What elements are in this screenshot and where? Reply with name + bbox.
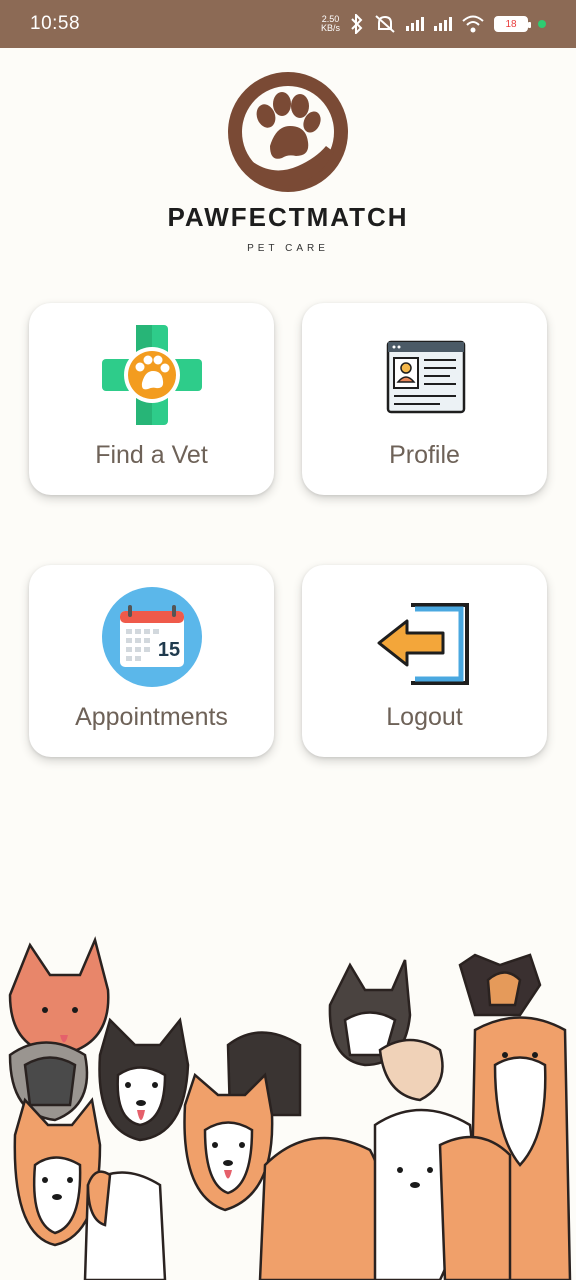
app-logo: PAWFECTMATCH PET CARE bbox=[0, 70, 576, 254]
battery-icon: 18 bbox=[494, 16, 531, 32]
profile-card-icon bbox=[373, 323, 477, 427]
privacy-dot bbox=[538, 20, 546, 28]
find-vet-card[interactable]: Find a Vet bbox=[29, 303, 274, 495]
signal-icon-2 bbox=[434, 17, 452, 31]
paw-logo-icon bbox=[228, 72, 348, 192]
signal-icon bbox=[406, 17, 424, 31]
wifi-icon bbox=[462, 15, 484, 33]
calendar-icon: 15 bbox=[100, 585, 204, 689]
status-bar: 10:58 2.50 KB/s 18 bbox=[0, 0, 576, 48]
network-speed: 2.50 KB/s bbox=[321, 15, 340, 33]
network-speed-unit: KB/s bbox=[320, 23, 340, 33]
appointments-label: Appointments bbox=[75, 703, 228, 731]
calendar-day: 15 bbox=[157, 639, 179, 661]
status-icons: 2.50 KB/s 18 bbox=[321, 14, 546, 34]
logout-card[interactable]: Logout bbox=[302, 565, 547, 757]
logo-subtitle: PET CARE bbox=[247, 243, 329, 254]
bluetooth-icon bbox=[351, 14, 363, 34]
find-vet-label: Find a Vet bbox=[95, 441, 208, 469]
logout-label: Logout bbox=[386, 703, 463, 731]
vet-cross-icon bbox=[100, 323, 204, 427]
logout-icon bbox=[373, 585, 477, 689]
appointments-card[interactable]: 15 Appointments bbox=[29, 565, 274, 757]
dogs-illustration bbox=[0, 935, 576, 1280]
profile-card[interactable]: Profile bbox=[302, 303, 547, 495]
mute-icon bbox=[375, 15, 395, 33]
logo-title: PAWFECTMATCH bbox=[167, 202, 409, 232]
status-time: 10:58 bbox=[30, 13, 81, 34]
profile-label: Profile bbox=[389, 441, 460, 469]
